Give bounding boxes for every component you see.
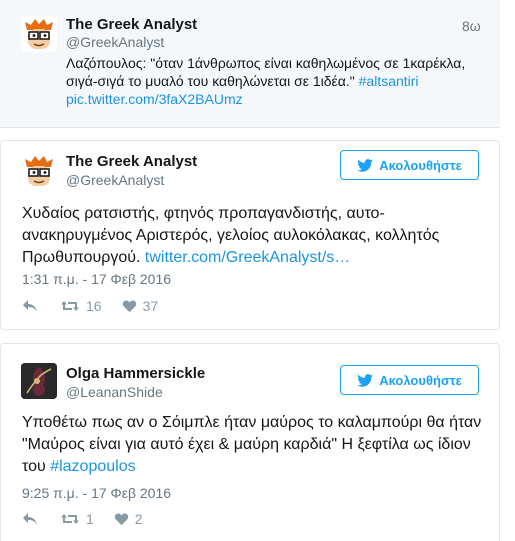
tweet-card: Olga Hammersickle @LeananShide Ακολουθήσ… xyxy=(0,343,500,541)
retweet-icon xyxy=(61,301,79,311)
retweet-button[interactable]: 16 xyxy=(60,298,102,314)
follow-label: Ακολουθήστε xyxy=(379,157,462,173)
like-count: 37 xyxy=(142,298,159,314)
twitter-bird-icon xyxy=(357,158,374,172)
like-count: 2 xyxy=(134,511,143,527)
avatar[interactable] xyxy=(21,16,57,52)
author-handle[interactable]: @LeananShide xyxy=(66,384,163,400)
like-button[interactable]: 37 xyxy=(122,298,159,314)
reply-button[interactable] xyxy=(22,299,38,313)
context-tweet[interactable]: The Greek Analyst @GreekAnalyst 8ω Λαζόπ… xyxy=(0,0,500,128)
twitter-bird-icon xyxy=(357,373,374,387)
hashtag-link[interactable]: #altsantiri xyxy=(359,73,419,89)
follow-label: Ακολουθήστε xyxy=(379,372,462,388)
author-name[interactable]: The Greek Analyst xyxy=(66,16,197,33)
heart-icon xyxy=(114,513,128,526)
tweet-time[interactable]: 8ω xyxy=(462,18,481,34)
tweet-actions: 1 2 xyxy=(22,511,143,527)
avatar[interactable] xyxy=(21,153,57,189)
author-name[interactable]: Olga Hammersickle xyxy=(66,365,205,382)
retweet-icon xyxy=(61,514,79,524)
tweet-card: The Greek Analyst @GreekAnalyst Ακολουθή… xyxy=(0,140,500,330)
tweet-text: Υποθέτω πως αν ο Σόιμπλε ήταν μαύρος το … xyxy=(22,412,487,478)
reply-button[interactable] xyxy=(22,512,38,526)
tweet-timestamp[interactable]: 1:31 π.μ. - 17 Φεβ 2016 xyxy=(22,271,171,287)
hashtag-link[interactable]: #lazopoulos xyxy=(50,458,135,475)
follow-button[interactable]: Ακολουθήστε xyxy=(340,150,479,180)
author-handle[interactable]: @GreekAnalyst xyxy=(66,34,164,50)
tweet-timestamp[interactable]: 9:25 π.μ. - 17 Φεβ 2016 xyxy=(22,485,171,501)
retweet-count: 1 xyxy=(86,511,94,527)
heart-icon xyxy=(122,300,136,313)
retweet-count: 16 xyxy=(86,298,102,314)
author-name[interactable]: The Greek Analyst xyxy=(66,153,197,170)
media-link[interactable]: pic.twitter.com/3faX2BAUmz xyxy=(66,91,243,107)
author-handle[interactable]: @GreekAnalyst xyxy=(66,172,164,188)
tweet-actions: 16 37 xyxy=(22,298,158,314)
tweet-link[interactable]: twitter.com/GreekAnalyst/s… xyxy=(145,249,350,266)
like-button[interactable]: 2 xyxy=(114,511,143,527)
follow-button[interactable]: Ακολουθήστε xyxy=(340,365,479,395)
reply-icon xyxy=(23,300,37,312)
avatar[interactable] xyxy=(21,363,57,399)
reply-icon xyxy=(23,513,37,525)
tweet-text: Χυδαίος ρατσιστής, φτηνός προπαγανδιστής… xyxy=(22,203,487,269)
tweet-text: Λαζόπουλος: "όταν 1άνθρωπος είναι καθηλω… xyxy=(66,54,491,108)
retweet-button[interactable]: 1 xyxy=(60,511,94,527)
